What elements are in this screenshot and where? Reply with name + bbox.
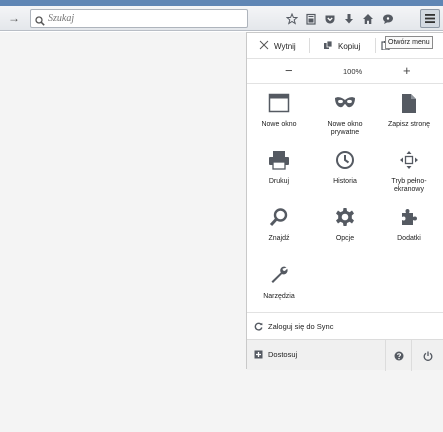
navigation-toolbar: →: [0, 6, 443, 31]
zoom-controls-row: − 100% +: [247, 59, 443, 84]
addons-puzzle-icon: [396, 204, 422, 230]
divider: [309, 38, 310, 53]
search-input[interactable]: [48, 11, 243, 26]
customize-label: Dostosuj: [268, 350, 298, 359]
item-label: Historia: [333, 178, 357, 185]
firefox-menu-panel: Wytnij Kopiuj Otwórz menu − 100% + Nowe …: [246, 32, 443, 371]
history-button[interactable]: Historia: [317, 147, 373, 186]
new-private-window-button[interactable]: Nowe okno prywatne: [317, 90, 373, 137]
menu-footer: Dostosuj: [247, 339, 443, 371]
menu-tooltip: Otwórz menu: [385, 36, 433, 49]
item-label: Zapisz stronę: [387, 121, 431, 128]
power-icon: [423, 351, 433, 361]
quit-button[interactable]: [411, 340, 443, 371]
find-icon: [266, 204, 292, 230]
zoom-level[interactable]: 100%: [343, 67, 362, 76]
new-window-icon: [266, 90, 292, 116]
zoom-in-button[interactable]: +: [403, 63, 411, 78]
print-button[interactable]: Drukuj: [251, 147, 307, 186]
fullscreen-icon: [396, 147, 422, 173]
fullscreen-button[interactable]: Tryb pełno-ekranowy: [381, 147, 437, 194]
help-icon: [394, 351, 404, 361]
options-gear-icon: [332, 204, 358, 230]
chat-icon[interactable]: [378, 9, 398, 28]
tools-wrench-icon: [266, 262, 292, 288]
options-button[interactable]: Opcje: [317, 204, 373, 243]
divider: [375, 38, 376, 53]
new-window-button[interactable]: Nowe okno: [251, 90, 307, 129]
zoom-out-button[interactable]: −: [285, 63, 293, 78]
addons-button[interactable]: Dodatki: [381, 204, 437, 243]
item-label: Tryb pełno-ekranowy: [391, 178, 427, 193]
cut-label: Wytnij: [274, 41, 296, 51]
reading-list-icon[interactable]: [301, 9, 321, 28]
private-mask-icon: [332, 90, 358, 116]
download-icon[interactable]: [339, 9, 359, 28]
copy-label: Kopiuj: [338, 41, 361, 51]
save-page-icon: [396, 90, 422, 116]
cut-icon: [259, 40, 269, 52]
developer-tools-button[interactable]: Narzędzia: [251, 262, 307, 301]
item-label: Nowe okno: [261, 121, 297, 128]
customize-icon: [254, 350, 263, 359]
item-label: Drukuj: [268, 178, 290, 185]
history-clock-icon: [332, 147, 358, 173]
hamburger-menu-icon[interactable]: [420, 9, 440, 28]
star-icon[interactable]: [282, 9, 302, 28]
edit-controls-row: Wytnij Kopiuj Otwórz menu: [247, 33, 443, 59]
search-box[interactable]: [30, 9, 248, 28]
pocket-icon[interactable]: [320, 9, 340, 28]
sync-icon: [254, 322, 263, 331]
find-button[interactable]: Znajdź: [251, 204, 307, 243]
save-page-button[interactable]: Zapisz stronę: [381, 90, 437, 129]
cut-button[interactable]: Wytnij: [259, 38, 296, 54]
home-icon[interactable]: [358, 9, 378, 28]
help-button[interactable]: [385, 340, 411, 371]
search-icon: [35, 13, 45, 31]
copy-icon: [323, 40, 333, 52]
print-icon: [266, 147, 292, 173]
forward-icon[interactable]: →: [8, 11, 20, 25]
copy-button[interactable]: Kopiuj: [323, 38, 360, 54]
sync-signin-row[interactable]: Zaloguj się do Sync: [247, 312, 443, 339]
item-label: Znajdź: [268, 235, 290, 242]
item-label: Dodatki: [397, 235, 421, 242]
customize-button[interactable]: Dostosuj: [254, 350, 297, 359]
item-label: Opcje: [335, 235, 355, 242]
item-label: Nowe okno prywatne: [327, 121, 363, 136]
item-label: Narzędzia: [263, 293, 295, 300]
sync-label: Zaloguj się do Sync: [268, 321, 334, 331]
